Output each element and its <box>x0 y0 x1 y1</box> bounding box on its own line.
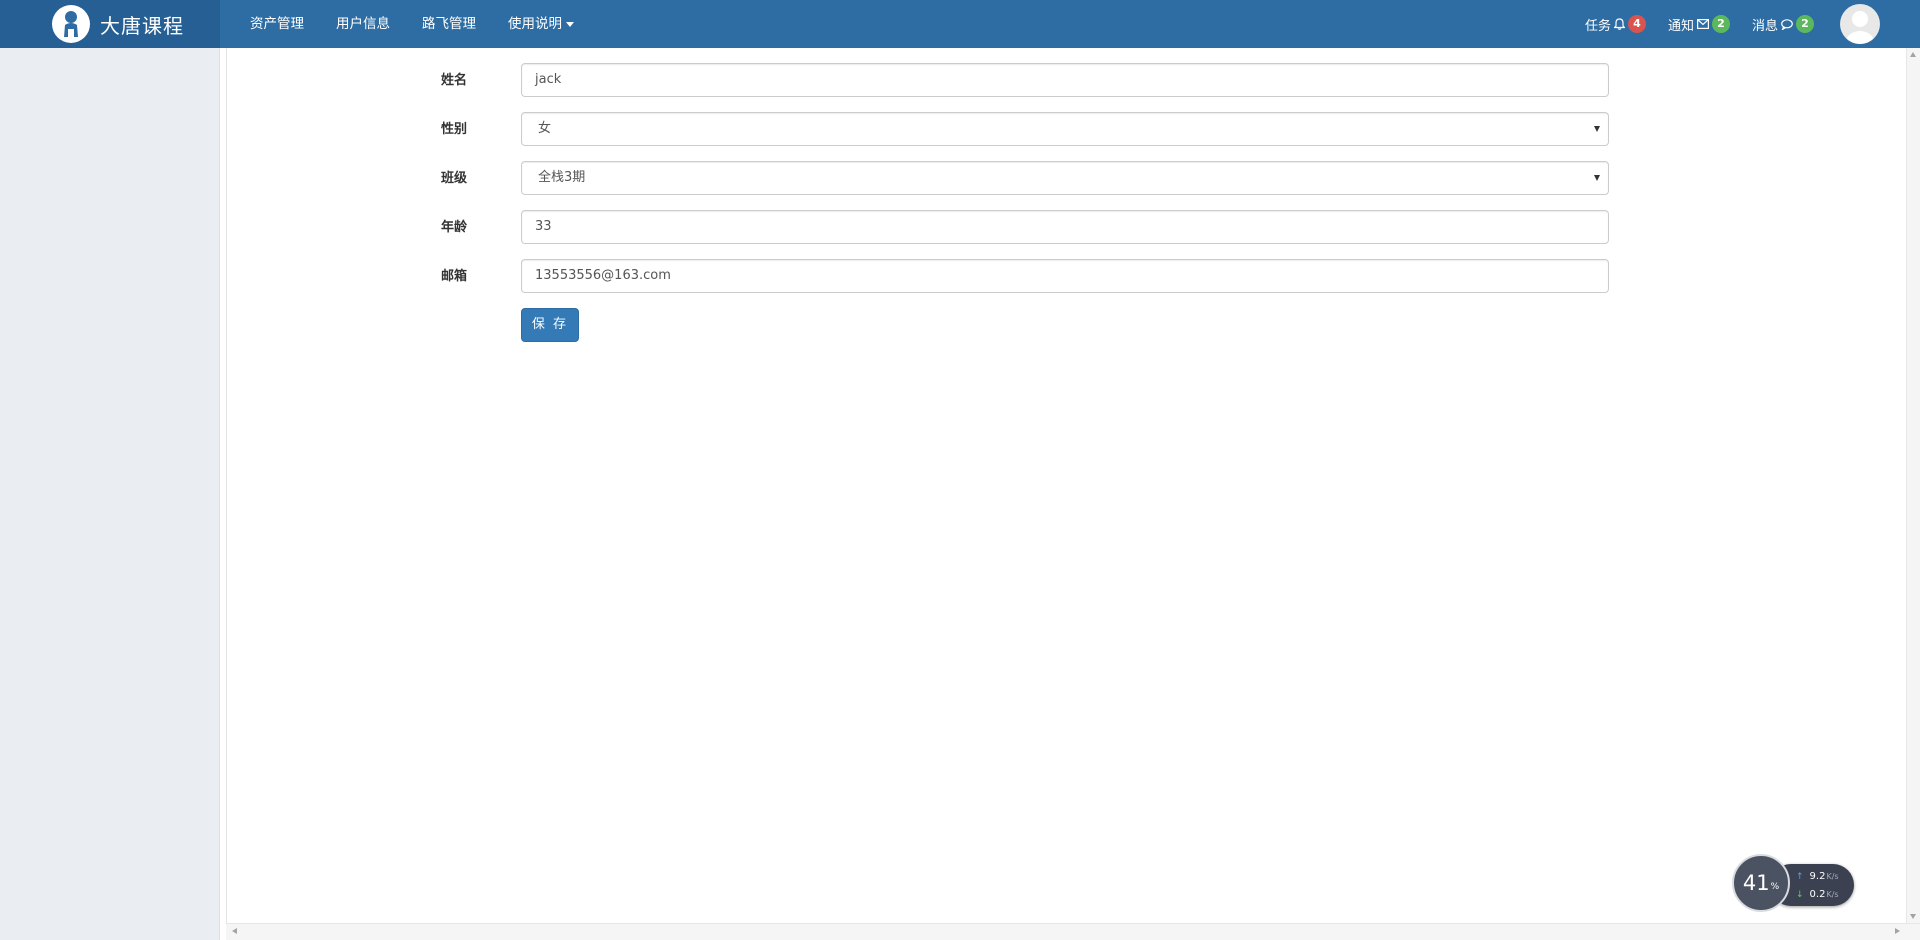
sidebar <box>0 48 220 940</box>
class-selected-value: 全栈3期 <box>538 170 586 185</box>
upload-speed: ↑ 9.2 K/s <box>1796 871 1839 882</box>
download-unit: K/s <box>1826 890 1839 899</box>
form-row-gender: 性别 女 <box>227 112 1908 146</box>
tasks-count-badge: 4 <box>1627 15 1646 33</box>
class-label: 班级 <box>441 171 468 186</box>
brand-title: 大唐课程 <box>100 13 184 38</box>
caret-down-icon <box>566 21 574 27</box>
form-row-age: 年龄 33 <box>227 210 1908 244</box>
gender-selected-value: 女 <box>538 121 552 136</box>
user-icon <box>1846 11 1874 44</box>
age-label: 年龄 <box>441 220 468 235</box>
messages-count-badge: 2 <box>1796 15 1814 33</box>
email-input[interactable]: 13553556@163.com <box>521 259 1609 293</box>
save-button[interactable]: 保 存 <box>521 308 579 342</box>
form-row-email: 邮箱 13553556@163.com <box>227 259 1908 293</box>
nav-item-label: 用户信息 <box>336 16 390 32</box>
main-nav: 资产管理 用户信息 路飞管理 使用说明 <box>234 0 590 48</box>
usage-percent: 41 <box>1742 871 1770 895</box>
age-input[interactable]: 33 <box>521 210 1609 244</box>
user-avatar[interactable] <box>1840 4 1880 44</box>
nav-item-assets[interactable]: 资产管理 <box>234 0 320 48</box>
nav-item-label: 资产管理 <box>250 16 304 32</box>
form-row-name: 姓名 jack <box>227 63 1908 97</box>
name-label: 姓名 <box>441 73 468 88</box>
tasks-link[interactable]: 任务 4 <box>1585 15 1646 34</box>
select-arrow-icon <box>1594 175 1600 181</box>
scroll-left-arrow-icon[interactable] <box>232 928 237 934</box>
tasks-label: 任务 <box>1584 18 1611 34</box>
download-speed: ↓ 0.2 K/s <box>1796 889 1839 900</box>
horizontal-scrollbar[interactable] <box>226 923 1920 940</box>
gender-label: 性别 <box>441 122 468 137</box>
vertical-scrollbar[interactable] <box>1906 48 1920 923</box>
nav-item-label: 使用说明 <box>508 16 562 32</box>
notices-count-badge: 2 <box>1711 15 1730 33</box>
nav-item-help-dropdown[interactable]: 使用说明 <box>492 0 590 48</box>
nav-item-label: 路飞管理 <box>422 16 476 32</box>
bell-icon <box>1613 18 1625 30</box>
notices-link[interactable]: 通知 2 <box>1668 15 1730 34</box>
download-value: 0.2 <box>1809 889 1826 900</box>
messages-label: 消息 <box>1751 18 1778 34</box>
upload-unit: K/s <box>1826 872 1839 881</box>
messages-link[interactable]: 消息 2 <box>1752 15 1814 34</box>
brand-link[interactable]: 大唐课程 <box>0 0 220 48</box>
nav-item-users[interactable]: 用户信息 <box>320 0 406 48</box>
nav-item-luffy[interactable]: 路飞管理 <box>406 0 492 48</box>
cpu-usage-circle: 41 % <box>1732 854 1790 912</box>
comment-icon <box>1781 18 1793 30</box>
gender-select[interactable]: 女 <box>521 112 1609 146</box>
upload-value: 9.2 <box>1809 871 1826 882</box>
scroll-up-arrow-icon[interactable] <box>1910 52 1916 57</box>
download-arrow-icon: ↓ <box>1796 889 1804 900</box>
class-select[interactable]: 全栈3期 <box>521 161 1609 195</box>
usage-percent-sign: % <box>1770 882 1780 892</box>
main-content: 姓名 jack 性别 女 班级 全栈3期 年龄 33 邮箱 13553556@1… <box>226 48 1907 923</box>
scroll-down-arrow-icon[interactable] <box>1910 914 1916 919</box>
network-speed-widget[interactable]: 41 % ↑ 9.2 K/s ↓ 0.2 K/s <box>1732 854 1854 914</box>
top-navbar: 大唐课程 资产管理 用户信息 路飞管理 使用说明 任务 4 通知 2 消息 2 <box>0 0 1920 48</box>
upload-arrow-icon: ↑ <box>1796 871 1804 882</box>
email-label: 邮箱 <box>441 269 468 284</box>
nav-right: 任务 4 通知 2 消息 2 <box>1563 0 1920 48</box>
brand-logo-icon <box>52 5 90 43</box>
select-arrow-icon <box>1594 126 1600 132</box>
envelope-icon <box>1696 19 1709 29</box>
notices-label: 通知 <box>1667 18 1694 34</box>
scroll-right-arrow-icon[interactable] <box>1895 928 1900 934</box>
form-row-class: 班级 全栈3期 <box>227 161 1908 195</box>
name-input[interactable]: jack <box>521 63 1609 97</box>
